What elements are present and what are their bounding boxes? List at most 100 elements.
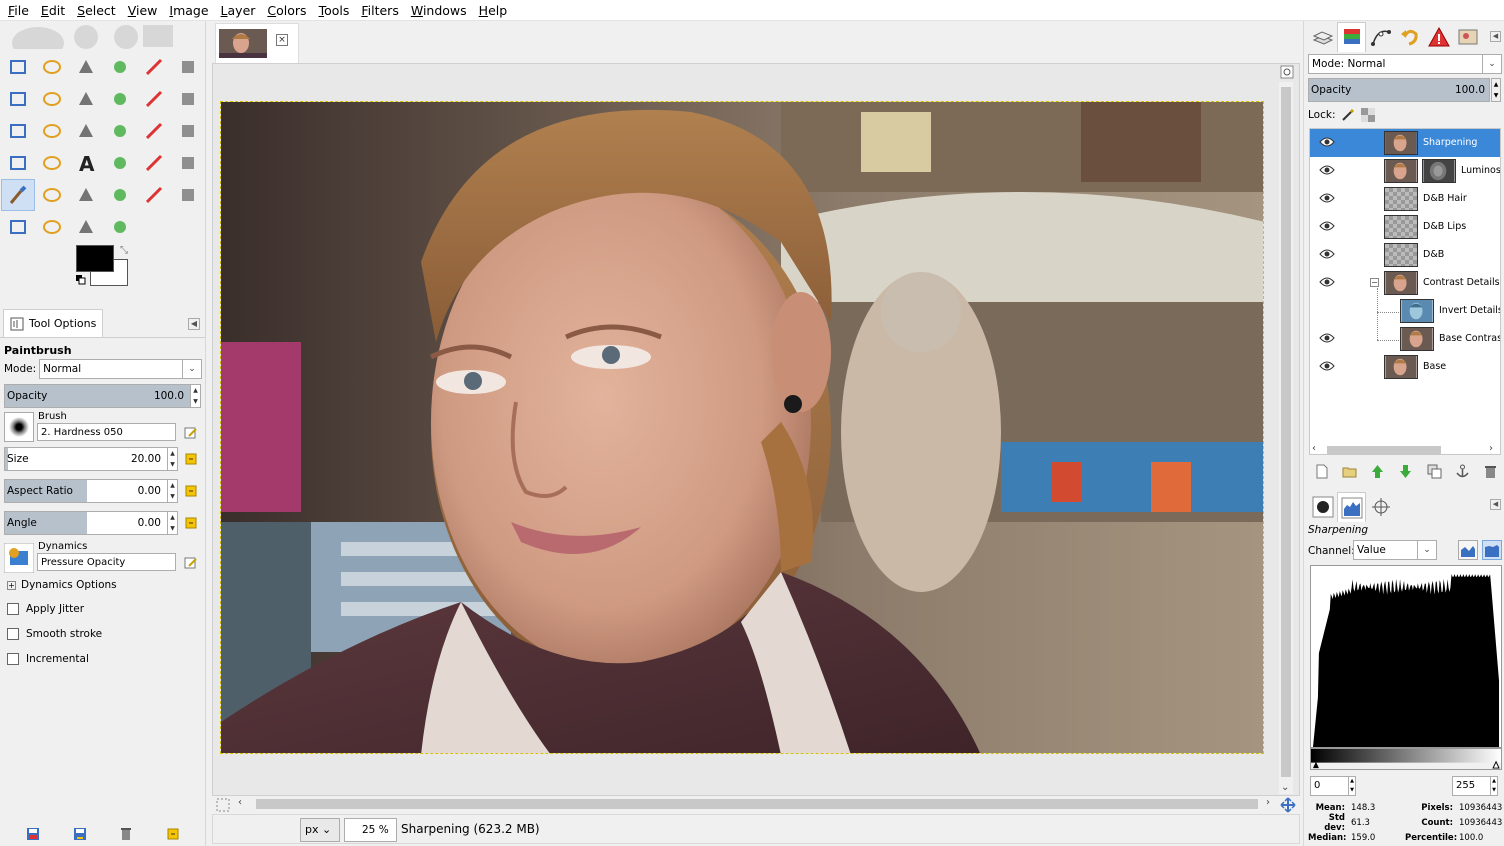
zoom-image-icon[interactable] [1280,65,1294,79]
dynamics-field[interactable]: Pressure Opacity [37,553,176,571]
anchor-layer-icon[interactable] [1455,464,1470,479]
layer-row[interactable]: Sharpening [1310,129,1500,157]
fuzzy-select-tool[interactable] [103,51,137,83]
color-picker-tool[interactable] [69,83,103,115]
eye-icon[interactable] [1319,192,1335,204]
delete-options-icon[interactable] [118,826,134,842]
paths-tool[interactable] [35,83,69,115]
lock-pixels-icon[interactable] [1341,108,1355,122]
save-options-icon[interactable] [25,826,41,842]
menu-filters[interactable]: Filters [355,0,404,21]
layer-row[interactable]: D&B Lips [1310,213,1500,241]
tab-images[interactable] [1453,22,1482,52]
layer-mode-combo[interactable]: Mode: Normal ⌄ [1308,54,1502,74]
crop-tool[interactable] [35,115,69,147]
rotate-tool[interactable] [69,115,103,147]
reset-aspect-icon[interactable] [184,484,198,498]
foreground-color-swatch[interactable] [76,245,114,272]
eye-icon[interactable] [1319,360,1335,372]
layers-horizontal-scrollbar[interactable]: ‹ › [1309,443,1501,456]
eye-icon[interactable] [1319,332,1335,344]
smooth-stroke-row[interactable]: Smooth stroke [0,621,206,646]
paintbrush-tool[interactable] [1,179,35,211]
reset-angle-icon[interactable] [184,516,198,530]
eye-icon[interactable] [1319,276,1335,288]
dynamics-icon[interactable] [4,543,34,573]
menu-view[interactable]: View [122,0,164,21]
angle-slider[interactable]: Angle 0.00 ▲ ▼ [4,511,178,535]
opacity-slider[interactable]: Opacity 100.0 ▲ ▼ [4,384,201,408]
layer-row[interactable]: − Contrast Details [1310,269,1500,297]
menu-edit[interactable]: Edit [35,0,71,21]
lower-layer-icon[interactable] [1398,464,1413,479]
smudge-tool[interactable] [69,211,103,243]
unit-combo[interactable]: px ⌄ [300,818,340,842]
size-spin[interactable]: ▲ ▼ [167,448,177,470]
channel-combo[interactable]: Value ⌄ [1353,540,1437,560]
edit-dynamics-icon[interactable] [184,556,198,570]
layer-row[interactable]: Base [1310,353,1500,381]
layer-row[interactable]: Invert Details [1310,297,1500,325]
layer-row[interactable]: D&B [1310,241,1500,269]
linear-histogram-button[interactable] [1458,540,1478,560]
text-tool[interactable]: A [69,147,103,179]
image-canvas[interactable] [220,101,1264,754]
blur-tool[interactable] [35,211,69,243]
lock-alpha-icon[interactable] [1361,108,1376,122]
duplicate-layer-icon[interactable] [1427,464,1442,479]
pencil-tool[interactable] [171,147,205,179]
menu-tools[interactable]: Tools [313,0,356,21]
foreground-select-tool[interactable] [1,83,35,115]
histogram-graph[interactable] [1310,565,1502,748]
layer-opacity-spin[interactable]: ▲ ▼ [1491,78,1501,102]
eye-icon[interactable] [1319,220,1335,232]
eye-icon[interactable] [1319,136,1335,148]
new-layer-group-icon[interactable] [1342,464,1357,479]
tab-tool-options[interactable]: Tool Options [3,309,104,337]
menu-select[interactable]: Select [71,0,122,21]
ink-tool[interactable] [103,179,137,211]
tab-menu-icon[interactable]: ◀ [1490,499,1501,510]
reset-size-icon[interactable] [184,452,198,466]
zoom-tool[interactable] [103,83,137,115]
tab-undo-history[interactable] [1395,22,1424,52]
color-select-tool[interactable] [137,51,171,83]
menu-image[interactable]: Image [163,0,214,21]
eye-icon[interactable] [1319,164,1335,176]
raise-layer-icon[interactable] [1370,464,1385,479]
rect-select-tool[interactable] [1,51,35,83]
delete-layer-icon[interactable] [1483,464,1498,479]
close-icon[interactable]: × [276,34,288,46]
default-colors-icon[interactable] [76,275,86,285]
menu-windows[interactable]: Windows [405,0,473,21]
tab-brushes[interactable] [1308,492,1337,522]
layers-scroll-thumb[interactable] [1327,446,1441,454]
range-min-spin[interactable]: ▲ ▼ [1348,776,1356,796]
align-tool[interactable] [1,115,35,147]
apply-jitter-checkbox[interactable] [7,602,19,615]
aspect-ratio-slider[interactable]: Aspect Ratio 0.00 ▲ ▼ [4,479,178,503]
layer-row[interactable]: D&B Hair [1310,185,1500,213]
swap-colors-icon[interactable]: ⤡ [120,245,128,256]
layer-row[interactable]: Base Contrast [1310,325,1500,353]
eye-icon[interactable] [1319,248,1335,260]
bucket-fill-tool[interactable] [103,147,137,179]
angle-spin[interactable]: ▲ ▼ [167,512,177,534]
eraser-tool[interactable] [35,179,69,211]
scroll-right-icon[interactable]: › [1489,443,1493,454]
edit-brush-icon[interactable] [184,426,198,440]
cage-tool[interactable] [35,147,69,179]
scroll-right-icon[interactable]: › [1266,797,1270,808]
flip-tool[interactable] [1,147,35,179]
ellipse-select-tool[interactable] [35,51,69,83]
move-tool[interactable] [171,83,205,115]
dynamics-options-expander[interactable]: + Dynamics Options [0,574,206,596]
dodge-tool[interactable] [103,211,137,243]
shear-tool[interactable] [137,115,171,147]
quick-mask-icon[interactable] [216,798,230,812]
tab-layers[interactable] [1308,22,1337,52]
restore-options-icon[interactable] [72,826,88,842]
airbrush-tool[interactable] [69,179,103,211]
logarithmic-histogram-button[interactable] [1482,540,1502,560]
layer-row[interactable]: Luminos [1310,157,1500,185]
